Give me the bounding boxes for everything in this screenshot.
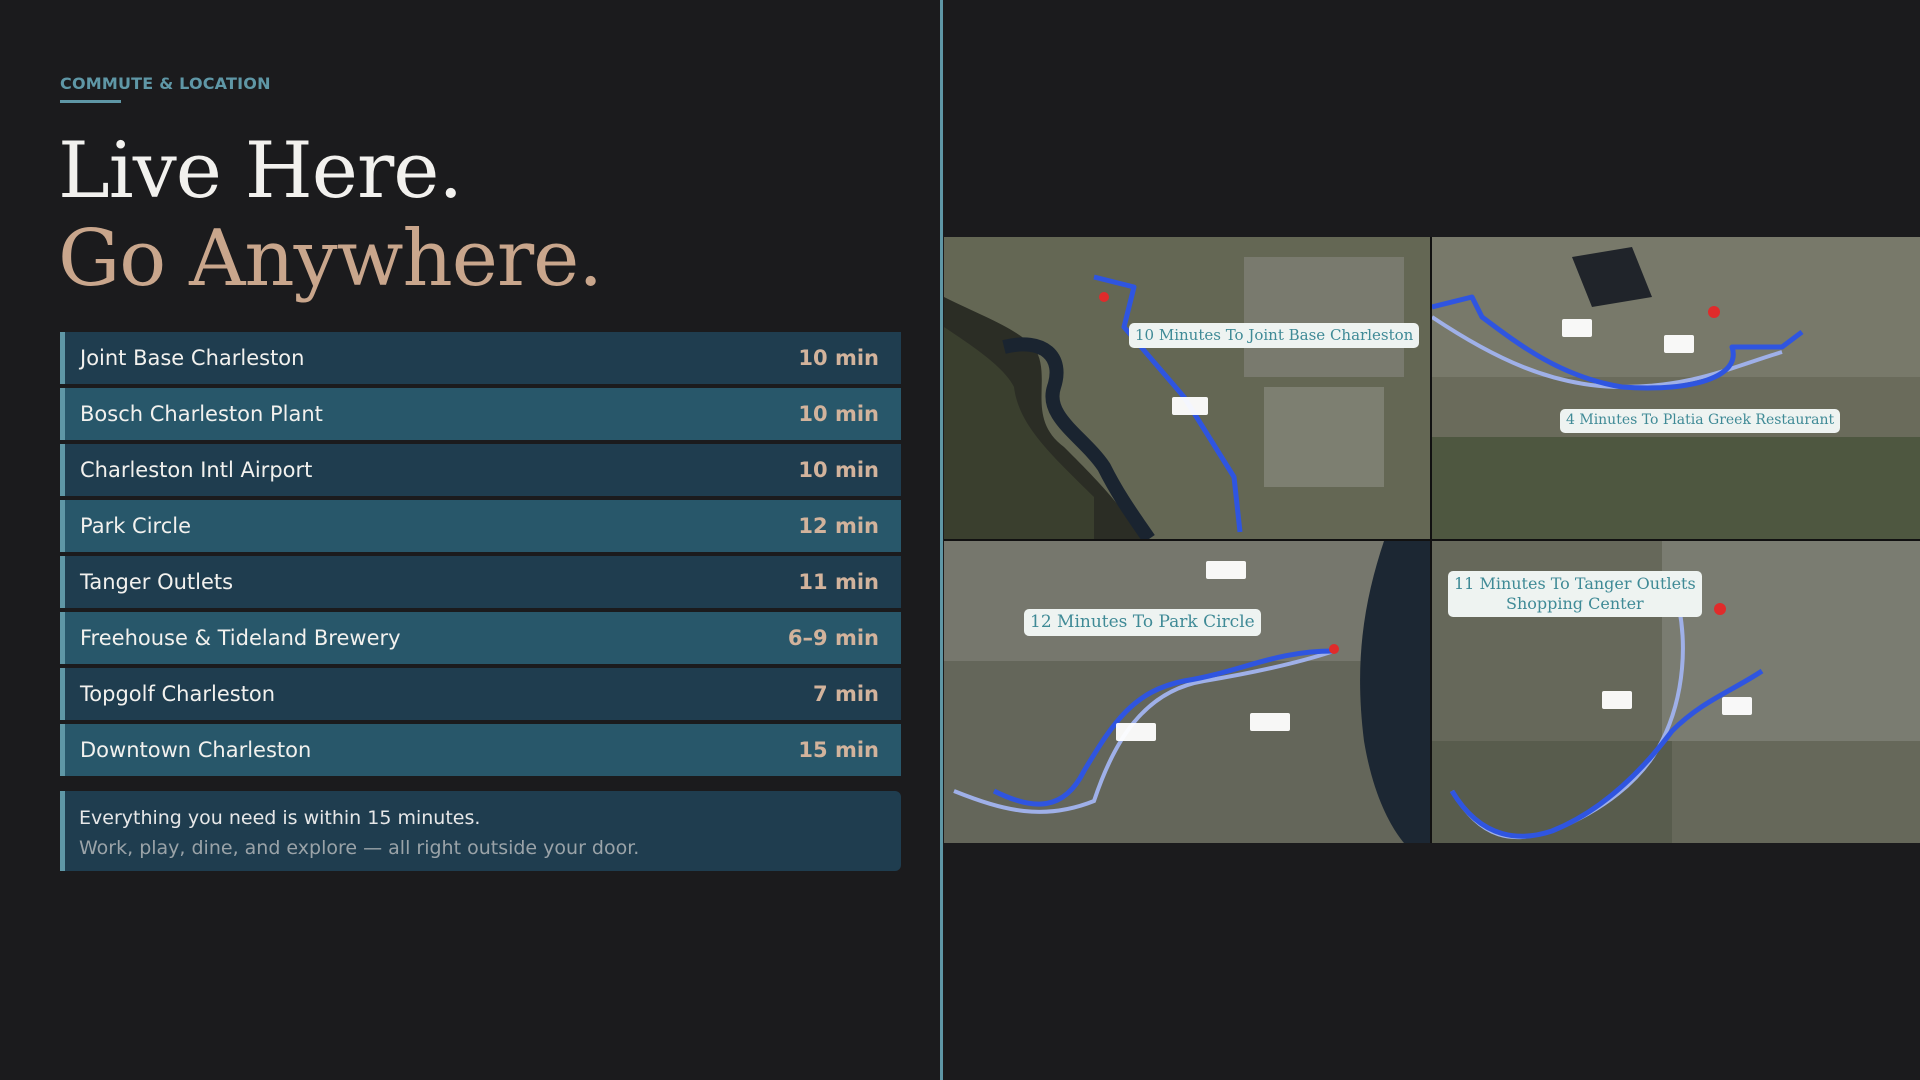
eyebrow-underline	[60, 100, 121, 103]
commute-row-topgolf: Topgolf Charleston 7 min	[60, 668, 901, 720]
satellite-map-image	[944, 237, 1430, 539]
map-caption: 4 Minutes To Platia Greek Restaurant	[1560, 409, 1841, 433]
route-map-grid: 10 Minutes To Joint Base Charleston 4 Mi…	[944, 237, 1920, 843]
commute-row-park-circle: Park Circle 12 min	[60, 500, 901, 552]
map-platia: 4 Minutes To Platia Greek Restaurant	[1432, 237, 1920, 539]
commute-list: Joint Base Charleston 10 min Bosch Charl…	[60, 332, 901, 780]
commute-time: 15 min	[798, 738, 879, 762]
commute-row-tanger: Tanger Outlets 11 min	[60, 556, 901, 608]
destination-name: Bosch Charleston Plant	[80, 402, 323, 426]
headline-line-2: Go Anywhere.	[58, 214, 603, 304]
commute-row-airport: Charleston Intl Airport 10 min	[60, 444, 901, 496]
commute-time: 7 min	[813, 682, 879, 706]
summary-line-1: Everything you need is within 15 minutes…	[79, 807, 481, 829]
commute-time: 6–9 min	[787, 626, 879, 650]
satellite-map-image	[1432, 237, 1920, 539]
satellite-map-image	[944, 541, 1430, 843]
commute-time: 10 min	[798, 458, 879, 482]
commute-row-brewery: Freehouse & Tideland Brewery 6–9 min	[60, 612, 901, 664]
commute-time: 11 min	[798, 570, 879, 594]
commute-time: 12 min	[798, 514, 879, 538]
commute-row-joint-base: Joint Base Charleston 10 min	[60, 332, 901, 384]
destination-name: Tanger Outlets	[80, 570, 234, 594]
map-tanger-outlets: 11 Minutes To Tanger Outlets Shopping Ce…	[1432, 541, 1920, 843]
destination-name: Joint Base Charleston	[80, 346, 305, 370]
map-caption: 10 Minutes To Joint Base Charleston	[1129, 323, 1420, 348]
map-caption: 11 Minutes To Tanger Outlets Shopping Ce…	[1448, 571, 1702, 617]
commute-time: 10 min	[798, 402, 879, 426]
destination-name: Topgolf Charleston	[80, 682, 276, 706]
map-caption-line-1: 11 Minutes To Tanger Outlets	[1454, 574, 1696, 593]
commute-time: 10 min	[798, 346, 879, 370]
map-joint-base: 10 Minutes To Joint Base Charleston	[944, 237, 1430, 539]
destination-name: Downtown Charleston	[80, 738, 312, 762]
summary-note: Everything you need is within 15 minutes…	[60, 791, 901, 871]
destination-name: Park Circle	[80, 514, 192, 538]
headline-line-1: Live Here.	[58, 126, 463, 216]
commute-row-bosch: Bosch Charleston Plant 10 min	[60, 388, 901, 440]
section-eyebrow: COMMUTE & LOCATION	[60, 74, 271, 93]
map-caption: 12 Minutes To Park Circle	[1024, 609, 1261, 637]
content-panel: COMMUTE & LOCATION Live Here. Go Anywher…	[0, 0, 940, 1080]
destination-name: Freehouse & Tideland Brewery	[80, 626, 401, 650]
summary-line-2: Work, play, dine, and explore — all righ…	[79, 837, 640, 859]
vertical-divider	[940, 0, 943, 1080]
commute-row-downtown: Downtown Charleston 15 min	[60, 724, 901, 776]
map-park-circle: 12 Minutes To Park Circle	[944, 541, 1430, 843]
destination-name: Charleston Intl Airport	[80, 458, 313, 482]
map-caption-line-2: Shopping Center	[1506, 594, 1644, 613]
